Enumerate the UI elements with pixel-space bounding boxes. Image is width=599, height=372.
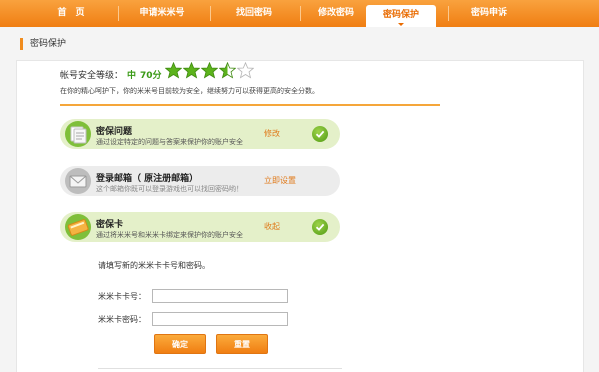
security-card-icon	[65, 214, 91, 240]
item-title: 密保问题	[96, 127, 133, 137]
nav-item-recover-password[interactable]: 找回密码	[218, 0, 290, 27]
card-password-label: 米米卡密码：	[98, 315, 146, 324]
nav-item-password-appeal[interactable]: 密码申诉	[452, 0, 526, 27]
form-prompt: 请填写新的米米卡卡号和密码。	[98, 261, 210, 270]
nav-item-password-protection[interactable]: 密码保护	[366, 5, 436, 27]
star-rating	[165, 62, 255, 80]
nav-separator	[448, 6, 449, 21]
security-level: 帐号安全等级：中 70分	[60, 68, 162, 84]
divider	[98, 368, 342, 369]
security-score: 70分	[140, 71, 162, 81]
nav-item-register[interactable]: 申请米米号	[124, 0, 200, 27]
collapse-link[interactable]: 收起	[264, 221, 280, 232]
top-nav: 首 页 申请米米号 找回密码 修改密码 密码保护 密码申诉	[0, 0, 599, 27]
nav-separator	[118, 6, 119, 21]
login-email-row: 登录邮箱（ 原注册邮箱） 这个邮箱你既可以登录游戏也可以找回密码哟！ 立即设置	[60, 166, 340, 196]
email-icon	[65, 168, 91, 194]
card-number-label: 米米卡卡号：	[98, 292, 146, 301]
card-password-input[interactable]	[152, 312, 288, 326]
security-level-label: 帐号安全等级：	[60, 71, 124, 81]
item-title: 密保卡	[96, 220, 124, 230]
check-icon	[312, 219, 328, 235]
star-half-icon	[219, 62, 236, 79]
divider	[60, 104, 440, 106]
modify-link[interactable]: 修改	[264, 128, 280, 139]
nav-separator	[210, 6, 211, 21]
star-full-icon	[201, 62, 218, 79]
set-now-link[interactable]: 立即设置	[264, 175, 296, 186]
section-title: 密码保护	[20, 38, 66, 50]
star-full-icon	[165, 62, 182, 79]
star-full-icon	[183, 62, 200, 79]
confirm-button[interactable]: 确定	[154, 334, 206, 354]
item-description: 通过设定特定的问题与答案来保护你的账户安全	[96, 138, 243, 146]
security-question-icon	[65, 121, 91, 147]
reset-button[interactable]: 重置	[216, 334, 268, 354]
security-tip: 在你的精心呵护下，你的米米号目前较为安全，继续努力可以获得更高的安全分数。	[60, 87, 319, 95]
check-icon	[312, 126, 328, 142]
nav-item-home[interactable]: 首 页	[40, 0, 102, 27]
nav-item-change-password[interactable]: 修改密码	[296, 0, 376, 27]
item-description: 通过将米米号和米米卡绑定来保护你的账户安全	[96, 231, 243, 239]
card-number-input[interactable]	[152, 289, 288, 303]
item-description: 这个邮箱你既可以登录游戏也可以找回密码哟！	[96, 185, 243, 193]
security-card-row: 密保卡 通过将米米号和米米卡绑定来保护你的账户安全 收起	[60, 212, 340, 242]
page: 首 页 申请米米号 找回密码 修改密码 密码保护 密码申诉 密码保护 帐号安全等…	[0, 0, 599, 372]
caret-down-icon	[398, 23, 404, 26]
item-title: 登录邮箱（ 原注册邮箱）	[96, 174, 199, 184]
star-empty-icon	[237, 62, 254, 79]
security-question-row: 密保问题 通过设定特定的问题与答案来保护你的账户安全 修改	[60, 119, 340, 149]
security-level-value: 中	[127, 71, 137, 81]
nav-item-label: 密码保护	[382, 10, 419, 20]
